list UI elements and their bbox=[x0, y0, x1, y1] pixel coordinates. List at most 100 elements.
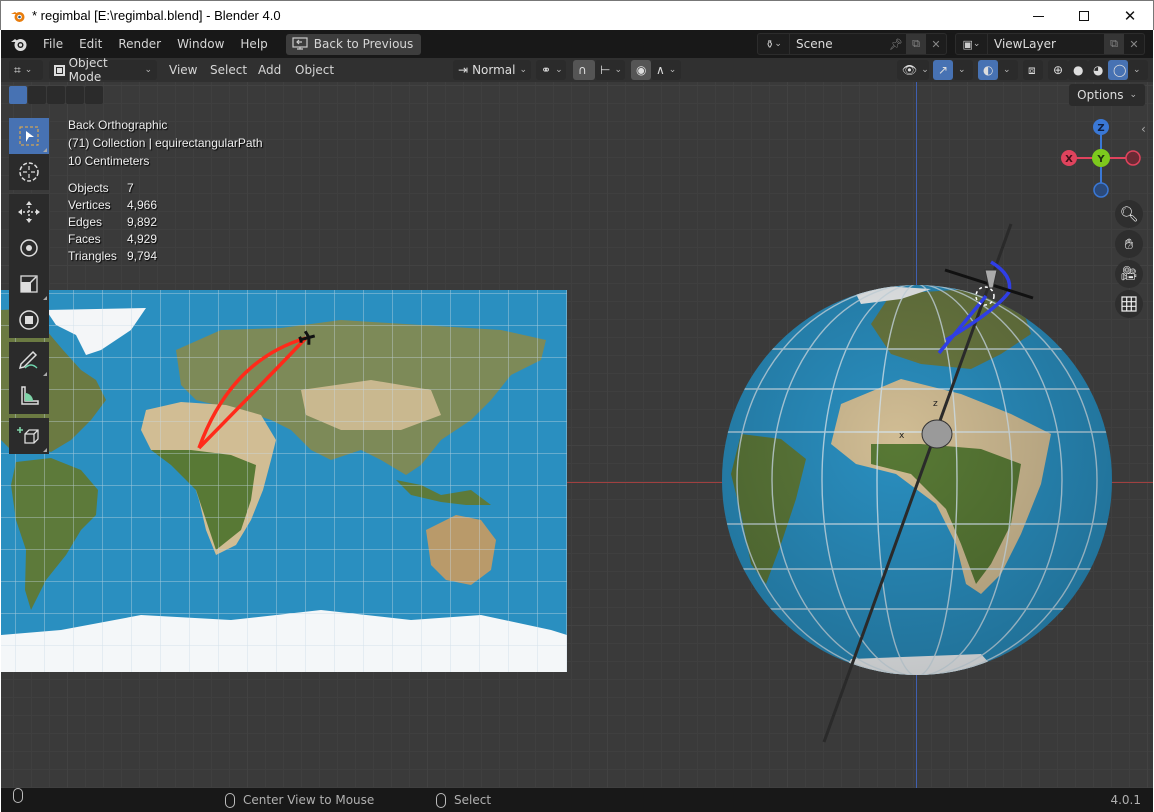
close-icon: ✕ bbox=[1123, 7, 1137, 25]
new-view-layer-button[interactable]: ⧉ bbox=[1104, 34, 1124, 54]
status-right-mouse: Select bbox=[436, 788, 491, 812]
back-to-previous-button[interactable]: Back to Previous bbox=[285, 33, 422, 55]
stat-label: Edges bbox=[68, 215, 103, 229]
zoom-icon: 🔍︎ bbox=[1119, 205, 1139, 223]
x-icon: ✕ bbox=[1129, 37, 1139, 51]
select-intersect-button[interactable] bbox=[85, 86, 103, 104]
pivot-icon: ⚭ bbox=[541, 63, 552, 77]
scene-type-dropdown[interactable]: ⚱ ⌄ bbox=[758, 34, 790, 54]
select-new-button[interactable] bbox=[9, 86, 27, 104]
transform-orientation-dropdown[interactable]: ⇥ Normal ⌄ bbox=[453, 60, 531, 80]
scene-statistics: Objects 7 Vertices 4,966 Edges 9,892 Faces 4… bbox=[68, 180, 157, 265]
tool-add-cube[interactable] bbox=[9, 418, 49, 454]
navigation-gizmo[interactable]: Z X Y bbox=[1059, 118, 1149, 208]
version-label: 4.0.1 bbox=[1110, 788, 1141, 812]
snap-toggle[interactable]: ∩ bbox=[573, 60, 595, 80]
maximize-button[interactable] bbox=[1061, 1, 1107, 31]
menu-file[interactable]: File bbox=[35, 30, 71, 58]
visibility-dropdown[interactable]: 👁︎ ⌄ bbox=[897, 60, 929, 80]
camera-icon: 🎥︎ bbox=[1120, 266, 1138, 282]
gizmo-dropdown[interactable]: ⌄ bbox=[953, 60, 973, 80]
right-action-label: Select bbox=[454, 793, 492, 807]
view-layer-icon: ▣ bbox=[962, 37, 973, 51]
viewport-header: ⌗ ⌄ Object Mode ⌄ View Select Add Object ⇥… bbox=[1, 58, 1153, 84]
options-dropdown[interactable]: Options ⌄ bbox=[1069, 84, 1145, 106]
mode-dropdown[interactable]: Object Mode ⌄ bbox=[49, 58, 157, 84]
tool-move[interactable] bbox=[9, 194, 49, 230]
stat-row: Vertices 4,966 bbox=[68, 197, 157, 214]
pan-view-button[interactable]: ✋︎ bbox=[1115, 230, 1143, 258]
tool-rotate[interactable] bbox=[9, 230, 49, 266]
mouse-right-icon bbox=[436, 792, 446, 808]
shading-rendered[interactable]: ◯ bbox=[1108, 60, 1128, 80]
select-extend-button[interactable] bbox=[28, 86, 46, 104]
view-layer-dropdown[interactable]: ▣ ⌄ bbox=[956, 34, 988, 54]
mode-label: Object Mode bbox=[68, 58, 108, 84]
menu-object[interactable]: Object bbox=[295, 58, 334, 82]
gizmo-y-label: Y bbox=[1096, 154, 1105, 165]
gizmo-toggle[interactable]: ↗ bbox=[933, 60, 953, 80]
tool-measure[interactable] bbox=[9, 378, 49, 414]
view-layer-name-field[interactable]: ViewLayer bbox=[988, 37, 1104, 51]
editor-type-button[interactable]: ⌗ ⌄ bbox=[9, 60, 43, 80]
delete-view-layer-button[interactable]: ✕ bbox=[1124, 34, 1144, 54]
xray-toggle[interactable]: ⧈ bbox=[1023, 60, 1043, 80]
chevron-down-icon: ⌄ bbox=[1129, 90, 1137, 100]
menu-add[interactable]: Add bbox=[258, 58, 281, 82]
tool-annotate[interactable] bbox=[9, 342, 49, 378]
menu-view[interactable]: View bbox=[169, 58, 197, 82]
shading-dropdown[interactable]: ⌄ bbox=[1128, 60, 1148, 80]
proportional-edit-toggle[interactable]: ◉ bbox=[631, 60, 651, 80]
shading-solid[interactable]: ● bbox=[1068, 60, 1088, 80]
stat-value: 4,966 bbox=[127, 198, 158, 212]
pivot-point-dropdown[interactable]: ⚭ ⌄ bbox=[536, 60, 566, 80]
close-button[interactable]: ✕ bbox=[1107, 1, 1153, 31]
new-scene-button[interactable]: ⧉ bbox=[906, 34, 926, 54]
sidebar-toggle[interactable]: ‹ bbox=[1141, 122, 1153, 140]
stat-row: Faces 4,929 bbox=[68, 231, 157, 248]
scene-name-field[interactable]: Scene bbox=[790, 37, 886, 51]
globe-path-blue-a bbox=[937, 294, 988, 355]
tool-scale[interactable] bbox=[9, 266, 49, 302]
3d-viewport[interactable]: x z ⌗ ⌄ Object Mode ⌄ View Select Add Obje… bbox=[1, 58, 1153, 788]
pin-scene-button[interactable]: 📌︎ bbox=[886, 34, 906, 54]
overlays-toggle[interactable]: ◐ bbox=[978, 60, 998, 80]
menu-select[interactable]: Select bbox=[210, 58, 247, 82]
hand-icon: ✋︎ bbox=[1124, 235, 1134, 253]
falloff-dropdown[interactable]: ∧ ⌄ bbox=[651, 60, 681, 80]
object-mode-icon bbox=[54, 64, 65, 76]
zoom-view-button[interactable]: 🔍︎ bbox=[1115, 200, 1143, 228]
menu-render[interactable]: Render bbox=[110, 30, 169, 58]
copy-icon: ⧉ bbox=[1110, 37, 1118, 50]
toggle-perspective-button[interactable] bbox=[1115, 290, 1143, 318]
select-invert-button[interactable] bbox=[66, 86, 84, 104]
status-bar: Center View to Mouse Select 4.0.1 bbox=[1, 788, 1153, 812]
overlays-dropdown[interactable]: ⌄ bbox=[998, 60, 1018, 80]
tool-transform[interactable] bbox=[9, 302, 49, 338]
snap-target-dropdown[interactable]: ⊢ ⌄ bbox=[595, 60, 625, 80]
editor-type-icon: ⌗ bbox=[14, 62, 21, 77]
blender-menu-icon[interactable] bbox=[9, 34, 29, 54]
stat-value: 4,929 bbox=[127, 232, 158, 246]
minimize-button[interactable] bbox=[1015, 1, 1061, 31]
tool-shelf bbox=[9, 118, 49, 454]
status-middle-mouse: Center View to Mouse bbox=[225, 788, 374, 812]
tool-select-box[interactable] bbox=[9, 118, 49, 154]
camera-view-button[interactable]: 🎥︎ bbox=[1115, 260, 1143, 288]
delete-scene-button[interactable]: ✕ bbox=[926, 34, 946, 54]
satellite-object bbox=[944, 268, 1034, 300]
pin-icon: 📌︎ bbox=[889, 37, 903, 51]
menu-edit[interactable]: Edit bbox=[71, 30, 110, 58]
screen-back-icon bbox=[292, 37, 308, 50]
x-icon: ✕ bbox=[931, 37, 941, 51]
select-subtract-button[interactable] bbox=[47, 86, 65, 104]
tool-cursor[interactable] bbox=[9, 154, 49, 190]
menu-window[interactable]: Window bbox=[169, 30, 232, 58]
equirectangular-map[interactable] bbox=[1, 290, 567, 672]
shading-wireframe[interactable]: ⊕ bbox=[1048, 60, 1068, 80]
measure-ruler-icon bbox=[21, 386, 39, 405]
minimize-icon bbox=[1032, 15, 1044, 17]
scene-selector: ⚱ ⌄ Scene 📌︎ ⧉ ✕ bbox=[757, 33, 947, 55]
menu-help[interactable]: Help bbox=[232, 30, 275, 58]
shading-material[interactable]: ◕ bbox=[1088, 60, 1108, 80]
